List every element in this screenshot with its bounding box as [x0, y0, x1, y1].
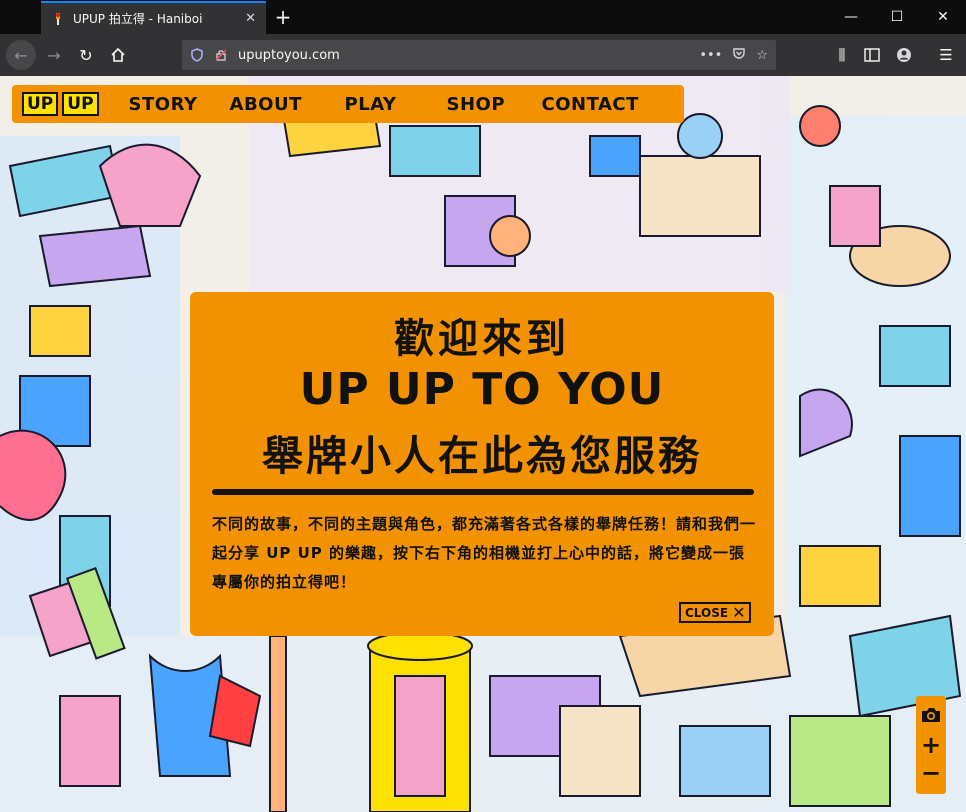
window-minimize-button[interactable]: —: [828, 0, 874, 34]
account-icon: [897, 48, 911, 62]
tagline-heading: 舉牌小人在此為您服務: [262, 432, 702, 480]
reload-icon: ↻: [79, 45, 93, 65]
x-icon: ✕: [732, 602, 746, 622]
home-button[interactable]: [104, 41, 132, 69]
forward-button[interactable]: →: [40, 41, 68, 69]
page-viewport: UP UP STORY ABOUT PLAY SHOP CONTACT 歡迎來到…: [0, 76, 966, 812]
camera-icon: [922, 708, 940, 722]
browser-tab-strip: UPUP 拍立得 - Haniboi ✕ + — ☐ ✕: [0, 0, 966, 34]
site-menu: STORY ABOUT PLAY SHOP CONTACT: [129, 94, 639, 115]
logo-word-1: UP: [22, 92, 59, 116]
browser-tab[interactable]: UPUP 拍立得 - Haniboi ✕: [41, 1, 266, 34]
site-nav-bar: UP UP STORY ABOUT PLAY SHOP CONTACT: [12, 85, 684, 123]
library-button[interactable]: ⫼: [828, 41, 856, 69]
browser-toolbar: ← → ↻ upuptoyou.com ••• ☆ ⫼ ☰: [0, 34, 966, 76]
welcome-heading: 歡迎來到: [394, 316, 570, 362]
site-logo[interactable]: UP UP: [22, 92, 103, 116]
window-maximize-button[interactable]: ☐: [874, 0, 920, 34]
site-favicon-icon: [51, 12, 65, 26]
close-button[interactable]: CLOSE ✕: [679, 602, 752, 623]
tab-title: UPUP 拍立得 - Haniboi: [73, 12, 203, 26]
nav-about[interactable]: ABOUT: [230, 94, 345, 115]
home-icon: [111, 47, 125, 62]
arrow-left-icon: ←: [14, 45, 28, 65]
zoom-in-button[interactable]: +: [916, 730, 946, 760]
pocket-icon[interactable]: [732, 46, 746, 64]
new-tab-button[interactable]: +: [270, 4, 296, 30]
back-button[interactable]: ←: [6, 40, 36, 70]
plus-icon: +: [274, 5, 292, 29]
hamburger-icon: ☰: [939, 46, 953, 64]
welcome-modal: 歡迎來到 UP UP TO YOU 舉牌小人在此為您服務 不同的故事，不同的主題…: [190, 292, 774, 636]
photo-tools: + −: [916, 696, 946, 794]
arrow-right-icon: →: [47, 45, 61, 65]
window-close-button[interactable]: ✕: [920, 0, 966, 34]
close-icon: ✕: [937, 9, 949, 25]
reload-button[interactable]: ↻: [72, 41, 100, 69]
library-icon: ⫼: [838, 46, 846, 64]
account-button[interactable]: [890, 41, 918, 69]
insecure-lock-icon: [215, 49, 227, 61]
shield-icon: [191, 48, 203, 62]
brand-heading: UP UP TO YOU: [299, 364, 665, 415]
close-label: CLOSE: [685, 605, 729, 620]
minimize-icon: —: [844, 9, 858, 25]
maximize-icon: ☐: [890, 9, 904, 25]
nav-play[interactable]: PLAY: [345, 94, 447, 115]
page-actions-icon[interactable]: •••: [699, 48, 722, 63]
divider: [212, 489, 754, 495]
camera-button[interactable]: [916, 700, 946, 730]
sidebar-button[interactable]: [858, 41, 886, 69]
sidebar-icon: [864, 48, 880, 62]
url-text: upuptoyou.com: [238, 47, 340, 63]
nav-story[interactable]: STORY: [129, 94, 230, 115]
tab-close-icon[interactable]: ✕: [245, 11, 256, 26]
logo-word-2: UP: [62, 92, 99, 116]
address-bar[interactable]: upuptoyou.com ••• ☆: [182, 40, 776, 70]
nav-contact[interactable]: CONTACT: [542, 94, 639, 115]
menu-button[interactable]: ☰: [932, 41, 960, 69]
bookmark-star-icon[interactable]: ☆: [756, 48, 768, 63]
intro-paragraph: 不同的故事，不同的主題與角色，都充滿著各式各樣的舉牌任務！請和我們一起分享 UP…: [212, 515, 757, 591]
zoom-out-button[interactable]: −: [916, 758, 946, 788]
nav-shop[interactable]: SHOP: [447, 94, 542, 115]
